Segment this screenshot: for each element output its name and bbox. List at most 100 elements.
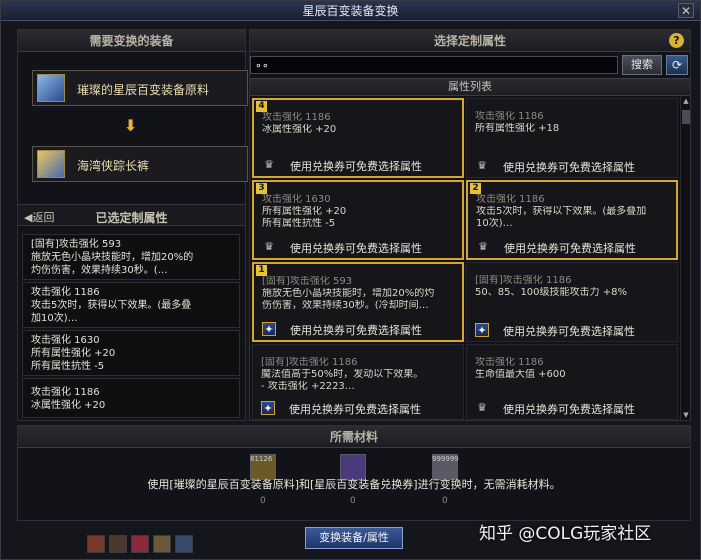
window-titlebar: 星辰百变装备变换 ✕ <box>1 1 700 21</box>
material-stock-count: 81126 <box>250 455 273 463</box>
material-required-qty: 0 <box>260 496 266 506</box>
source-item-name: 璀璨的星辰百变装备原料 <box>77 83 210 97</box>
target-item-slot[interactable]: 海湾侠踪长裤 <box>32 146 248 182</box>
hotbar-slot[interactable] <box>153 535 171 553</box>
attr-line: [固有]攻击强化 1186 <box>475 275 572 286</box>
voucher-icon: ♛ <box>478 240 488 253</box>
exchange-window: 星辰百变装备变换 ✕ 需要变换的装备 璀璨的星辰百变装备原料 ⬇ 海湾侠踪长裤 … <box>0 0 701 560</box>
voucher-icon: ✦ <box>475 323 489 337</box>
attr-line: 魔法值高于50%时，发动以下效果。 <box>261 369 424 380</box>
attribute-card[interactable]: 2 攻击强化 1186 攻击5次时，获得以下效果。(最多叠加 10次)… ♛ 使用… <box>466 180 678 260</box>
attr-line: [固有]攻击强化 593 <box>262 276 353 287</box>
crystal-icon <box>37 74 65 102</box>
attribute-card[interactable]: 4 攻击强化 1186 冰属性强化 +20 ♛ 使用兑换券可免费选择属性 <box>252 98 464 178</box>
selected-attribute-card[interactable]: 攻击强化 1186 攻击5次时，获得以下效果。(最多叠 加10次)… <box>22 282 240 328</box>
free-select-text: 使用兑换券可免费选择属性 <box>503 403 635 416</box>
attr-line: 所有属性抗性 -5 <box>262 218 336 229</box>
free-select-text: 使用兑换券可免费选择属性 <box>290 324 422 337</box>
materials-panel: 所需材料 81126 0 0 999999 0 使用[璀璨的星辰百变装备原料]和… <box>17 425 691 521</box>
selection-order-badge: 1 <box>256 265 267 276</box>
free-select-text: 使用兑换券可免费选择属性 <box>290 242 422 255</box>
close-icon[interactable]: ✕ <box>678 3 694 18</box>
attr-line: 灼伤伤害，效果持续30秒。(… <box>31 265 168 276</box>
voucher-icon: ♛ <box>264 158 274 171</box>
attribute-list-title: 属性列表 <box>250 78 690 96</box>
source-item-slot[interactable]: 璀璨的星辰百变装备原料 <box>32 70 248 106</box>
attribute-panel-title: 选择定制属性 <box>250 30 690 52</box>
attr-line: 冰属性强化 +20 <box>262 124 337 135</box>
attr-line: 所有属性强化 +20 <box>31 348 116 359</box>
voucher-icon: ♛ <box>477 159 487 172</box>
attribute-card[interactable]: 1 [固有]攻击强化 593 施放无色小晶块技能时，增加20%的灼 伤伤害，效果… <box>252 262 464 342</box>
pants-icon <box>37 150 65 178</box>
attribute-card[interactable]: 攻击强化 1186 所有属性强化 +18 ♛ 使用兑换券可免费选择属性 <box>466 98 678 178</box>
free-select-text: 使用兑换券可免费选择属性 <box>289 403 421 416</box>
attribute-panel: 选择定制属性 ? 搜索 ⟳ 属性列表 4 攻击强化 1186 冰属性强化 +20… <box>249 29 691 421</box>
attr-line: [固有]攻击强化 593 <box>31 239 122 250</box>
attr-line: - 攻击强化 +2223… <box>261 381 355 392</box>
attr-line: 冰属性强化 +20 <box>31 400 106 411</box>
hotbar-slot[interactable] <box>175 535 193 553</box>
attribute-card[interactable]: [固有]攻击强化 1186 50、85、100级技能攻击力 +8% ✦ 使用兑换券… <box>466 262 678 342</box>
attr-line: 攻击强化 1186 <box>476 194 545 205</box>
selection-order-badge: 3 <box>256 183 267 194</box>
hotbar-slot[interactable] <box>131 535 149 553</box>
attr-line: 攻击5次时，获得以下效果。(最多叠加 <box>476 206 647 217</box>
arrow-down-icon: ⬇ <box>124 116 138 135</box>
selection-order-badge: 2 <box>470 183 481 194</box>
voucher-icon: ✦ <box>261 401 275 415</box>
material-required-qty: 0 <box>350 496 356 506</box>
search-input[interactable] <box>250 56 618 74</box>
attr-line: 攻击强化 1186 <box>262 112 331 123</box>
refresh-icon[interactable]: ⟳ <box>666 55 688 75</box>
attribute-card[interactable]: [固有]攻击强化 1186 魔法值高于50%时，发动以下效果。 - 攻击强化 +… <box>252 344 464 420</box>
attr-line: 生命值最大值 +600 <box>475 369 566 380</box>
free-select-text: 使用兑换券可免费选择属性 <box>504 242 636 255</box>
window-title: 星辰百变装备变换 <box>302 4 399 18</box>
attr-line: 所有属性强化 +18 <box>475 123 560 134</box>
attribute-card[interactable]: 3 攻击强化 1630 所有属性强化 +20 所有属性抗性 -5 ♛ 使用兑换券可… <box>252 180 464 260</box>
free-select-text: 使用兑换券可免费选择属性 <box>503 161 635 174</box>
voucher-icon: ♛ <box>264 240 274 253</box>
attr-line: 攻击强化 1186 <box>475 357 544 368</box>
attr-line: 所有属性强化 +20 <box>262 206 347 217</box>
selected-attribute-card[interactable]: 攻击强化 1630 所有属性强化 +20 所有属性抗性 -5 <box>22 330 240 376</box>
attr-line: 攻击5次时，获得以下效果。(最多叠 <box>31 300 192 311</box>
attr-line: 加10次)… <box>31 313 78 324</box>
selected-attributes-header: ◀返回 已选定制属性 <box>18 204 245 226</box>
exchange-button[interactable]: 变换装备/属性 <box>305 527 403 549</box>
free-select-text: 使用兑换券可免费选择属性 <box>503 325 635 338</box>
material-required-qty: 0 <box>442 496 448 506</box>
selected-attribute-card[interactable]: [固有]攻击强化 593 施放无色小晶块技能时，增加20%的 灼伤伤害，效果持续… <box>22 234 240 280</box>
equipment-panel: 需要变换的装备 璀璨的星辰百变装备原料 ⬇ 海湾侠踪长裤 ◀返回 已选定制属性 … <box>17 29 248 421</box>
help-icon[interactable]: ? <box>669 33 684 48</box>
free-select-text: 使用兑换券可免费选择属性 <box>290 160 422 173</box>
target-item-name: 海湾侠踪长裤 <box>77 159 150 173</box>
attr-line: [固有]攻击强化 1186 <box>261 357 358 368</box>
attribute-card[interactable]: 攻击强化 1186 生命值最大值 +600 ♛ 使用兑换券可免费选择属性 <box>466 344 678 420</box>
attr-line: 攻击强化 1186 <box>31 287 100 298</box>
attr-line: 所有属性抗性 -5 <box>31 361 105 372</box>
scroll-thumb[interactable] <box>682 110 690 124</box>
attribute-list-scrollbar[interactable]: ▲ ▼ <box>680 96 690 420</box>
search-button[interactable]: 搜索 <box>622 55 662 75</box>
selected-attribute-card[interactable]: 攻击强化 1186 冰属性强化 +20 <box>22 378 240 418</box>
attr-line: 施放无色小晶块技能时，增加20%的 <box>31 252 194 263</box>
attr-line: 伤伤害，效果持续30秒。(冷却时间… <box>262 300 429 311</box>
attr-line: 攻击强化 1186 <box>475 111 544 122</box>
attr-line: 攻击强化 1630 <box>31 335 100 346</box>
attr-line: 施放无色小晶块技能时，增加20%的灼 <box>262 288 435 299</box>
selected-attributes-title: 已选定制属性 <box>95 211 168 225</box>
material-stock-count: 999999 <box>432 455 459 463</box>
scroll-up-icon[interactable]: ▲ <box>681 96 691 106</box>
hotbar-slot[interactable] <box>87 535 105 553</box>
attr-line: 攻击强化 1630 <box>262 194 331 205</box>
materials-title: 所需材料 <box>18 426 690 448</box>
watermark-text: 知乎 @COLG玩家社区 <box>479 524 652 544</box>
materials-message: 使用[璀璨的星辰百变装备原料]和[星辰百变装备兑换券]进行变换时，无需消耗材料。 <box>147 478 561 491</box>
attr-line: 10次)… <box>476 218 513 229</box>
attr-line: 50、85、100级技能攻击力 +8% <box>475 287 627 298</box>
scroll-down-icon[interactable]: ▼ <box>681 410 691 420</box>
hotbar-slot[interactable] <box>109 535 127 553</box>
voucher-icon: ✦ <box>262 322 276 336</box>
